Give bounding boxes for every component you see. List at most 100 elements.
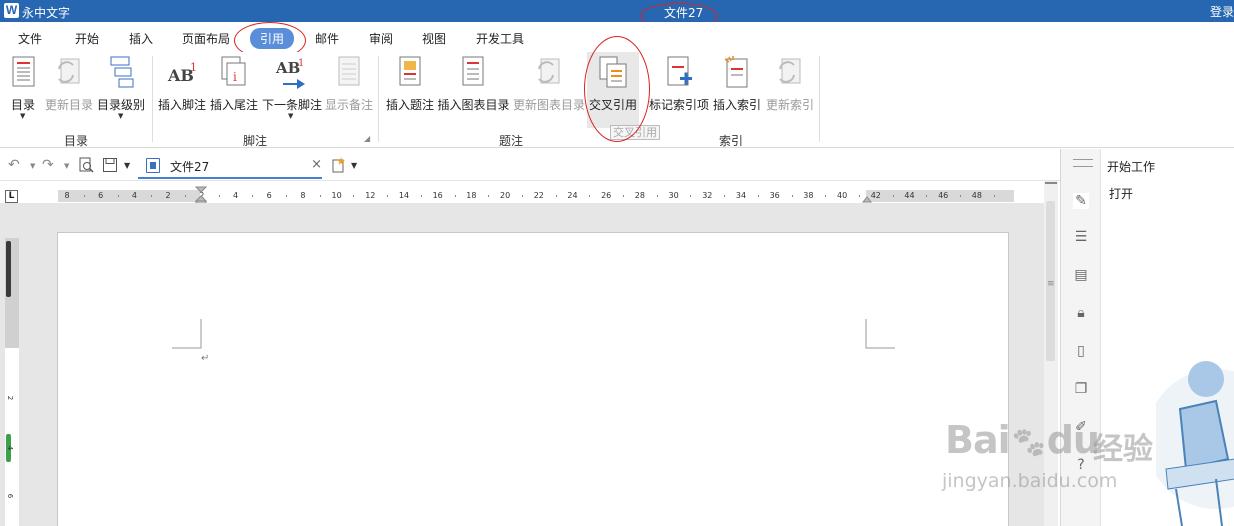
toc-level-button[interactable]: 目录级别 ▼ bbox=[96, 52, 146, 128]
close-tab-icon[interactable]: × bbox=[311, 157, 322, 172]
ruler-tick-label: 18 bbox=[466, 191, 477, 200]
group-label-captions: 题注 bbox=[499, 134, 524, 148]
ruler-minor-tick bbox=[387, 195, 389, 197]
next-footnote-icon: AB 1 bbox=[275, 58, 305, 89]
person-illustration bbox=[1156, 361, 1234, 526]
insert-endnote-button[interactable]: i 插入尾注 bbox=[208, 52, 260, 128]
ruler-minor-tick bbox=[724, 195, 726, 197]
vertical-ruler[interactable]: 2 4 6 bbox=[5, 238, 19, 526]
update-index-label: 更新索引 bbox=[765, 98, 814, 112]
ruler-minor-tick bbox=[252, 195, 254, 197]
ruler-minor-tick bbox=[454, 195, 456, 197]
group-divider bbox=[152, 56, 153, 142]
scrollbar-grip-icon: ≡ bbox=[1047, 279, 1055, 289]
tab-review[interactable]: 审阅 bbox=[369, 30, 393, 47]
update-toc-button[interactable]: 更新目录 bbox=[44, 52, 94, 128]
ruler-tick-label: 4 bbox=[232, 191, 239, 200]
pane-menu-icon[interactable] bbox=[1073, 159, 1093, 167]
insert-caption-button[interactable]: 插入题注 bbox=[384, 52, 436, 128]
ruler-minor-tick bbox=[825, 195, 827, 197]
ruler-minor-tick bbox=[960, 195, 962, 197]
ruler-tick-label: 22 bbox=[533, 191, 544, 200]
tab-references[interactable]: 引用 bbox=[250, 28, 295, 49]
ruler-tick-label: 42 bbox=[870, 191, 881, 200]
document-workspace: ↵ bbox=[0, 203, 1044, 526]
insert-figure-toc-button[interactable]: 插入图表目录 bbox=[437, 52, 510, 128]
ruler-tick-label: 48 bbox=[971, 191, 982, 200]
clipboard-icon[interactable]: ▯ bbox=[1073, 343, 1089, 359]
update-index-button[interactable]: 更新索引 bbox=[764, 52, 816, 128]
watermark-brand: Bai bbox=[945, 418, 1011, 462]
document-tab[interactable]: 文件27 × bbox=[138, 151, 322, 179]
styles-icon[interactable]: ▤ bbox=[1073, 267, 1089, 283]
insert-index-button[interactable]: 插入索引 bbox=[711, 52, 763, 128]
watermark-brand-suffix: du bbox=[1046, 418, 1100, 462]
ribbon: 目录 ▼ 更新目录 目录级别 ▼ 目录 AB 1 插入脚注 i 插入尾注 AB … bbox=[0, 52, 1234, 148]
ruler-tick-label: 14 bbox=[398, 191, 410, 200]
show-notes-button[interactable]: 显示备注 bbox=[323, 52, 375, 128]
sliders-icon[interactable]: ☰ bbox=[1073, 229, 1089, 245]
update-figure-toc-button[interactable]: 更新图表目录 bbox=[512, 52, 586, 128]
next-footnote-button[interactable]: AB 1 下一条脚注 ▼ bbox=[261, 52, 323, 128]
ruler-minor-tick bbox=[555, 195, 557, 197]
ruler-minor-tick bbox=[353, 195, 355, 197]
pencil-icon[interactable]: ✎ bbox=[1073, 193, 1089, 209]
ruler-minor-tick bbox=[488, 195, 490, 197]
insert-caption-icon bbox=[399, 56, 421, 86]
update-index-icon bbox=[779, 58, 801, 84]
app-name: 永中文字 bbox=[22, 6, 71, 20]
tab-file[interactable]: 文件 bbox=[18, 30, 42, 47]
ruler-minor-tick bbox=[151, 195, 153, 197]
tab-view[interactable]: 视图 bbox=[422, 30, 446, 47]
toc-button[interactable]: 目录 ▼ bbox=[6, 52, 40, 128]
new-document-dropdown-icon[interactable]: ▼ bbox=[351, 161, 357, 170]
tab-mailings[interactable]: 邮件 bbox=[315, 30, 339, 47]
tab-insert[interactable]: 插入 bbox=[129, 30, 153, 47]
mark-index-entry-button[interactable]: 标记索引项 bbox=[648, 52, 710, 128]
tab-home[interactable]: 开始 bbox=[75, 30, 99, 47]
open-link[interactable]: 打开 bbox=[1109, 185, 1133, 202]
next-footnote-label: 下一条脚注 bbox=[261, 98, 322, 112]
update-toc-icon bbox=[58, 58, 80, 84]
ruler-tick-label: 8 bbox=[300, 191, 306, 200]
toc-level-label: 目录级别 bbox=[96, 98, 145, 112]
margin-corner-top-right bbox=[865, 319, 895, 349]
mark-index-entry-icon bbox=[667, 56, 692, 86]
update-figure-toc-label: 更新图表目录 bbox=[512, 98, 585, 112]
svg-text:1: 1 bbox=[190, 61, 197, 74]
ruler-tick-label: 38 bbox=[803, 191, 814, 200]
cross-reference-button[interactable]: 交叉引用 bbox=[587, 52, 639, 128]
ruler-minor-tick bbox=[690, 195, 692, 197]
ruler-minor-tick bbox=[656, 195, 658, 197]
insert-endnote-label: 插入尾注 bbox=[209, 98, 258, 112]
save-icon[interactable] bbox=[102, 157, 118, 173]
print-preview-icon[interactable] bbox=[78, 157, 94, 173]
footnote-dialog-launcher-icon[interactable]: ◢ bbox=[364, 134, 370, 143]
customize-toolbar-icon[interactable]: ▼ bbox=[124, 161, 130, 170]
redo-dropdown-icon[interactable]: ▼ bbox=[64, 162, 69, 170]
document-page[interactable]: ↵ bbox=[57, 232, 1009, 526]
ruler-tick-label: 36 bbox=[769, 191, 780, 200]
ruler-marker-top bbox=[6, 241, 11, 297]
copy-icon[interactable]: ❐ bbox=[1073, 381, 1089, 397]
login-button[interactable]: 登录 bbox=[1210, 3, 1234, 20]
right-indent-marker-icon[interactable] bbox=[862, 195, 872, 203]
group-divider bbox=[378, 56, 379, 142]
ruler-minor-tick bbox=[286, 195, 288, 197]
ruler-minor-tick bbox=[319, 195, 321, 197]
insert-footnote-button[interactable]: AB 1 插入脚注 bbox=[156, 52, 208, 128]
lock-icon[interactable]: 🔒︎ bbox=[1073, 305, 1089, 321]
ruler-minor-tick bbox=[521, 195, 523, 197]
undo-icon[interactable]: ↶ bbox=[8, 157, 20, 173]
tab-stop-selector[interactable]: L bbox=[5, 190, 18, 203]
undo-dropdown-icon[interactable]: ▼ bbox=[30, 162, 35, 170]
tab-page-layout[interactable]: 页面布局 bbox=[182, 30, 230, 47]
tab-developer[interactable]: 开发工具 bbox=[476, 30, 524, 47]
ruler-minor-tick bbox=[858, 195, 860, 197]
paw-icon: 🐾︎ bbox=[1009, 426, 1048, 461]
redo-icon[interactable]: ↷ bbox=[42, 157, 54, 173]
insert-index-icon bbox=[724, 56, 748, 88]
ruler-tick-label: 16 bbox=[432, 191, 443, 200]
watermark-jingyan: 经验 bbox=[1093, 432, 1153, 467]
new-document-icon[interactable] bbox=[330, 157, 346, 173]
